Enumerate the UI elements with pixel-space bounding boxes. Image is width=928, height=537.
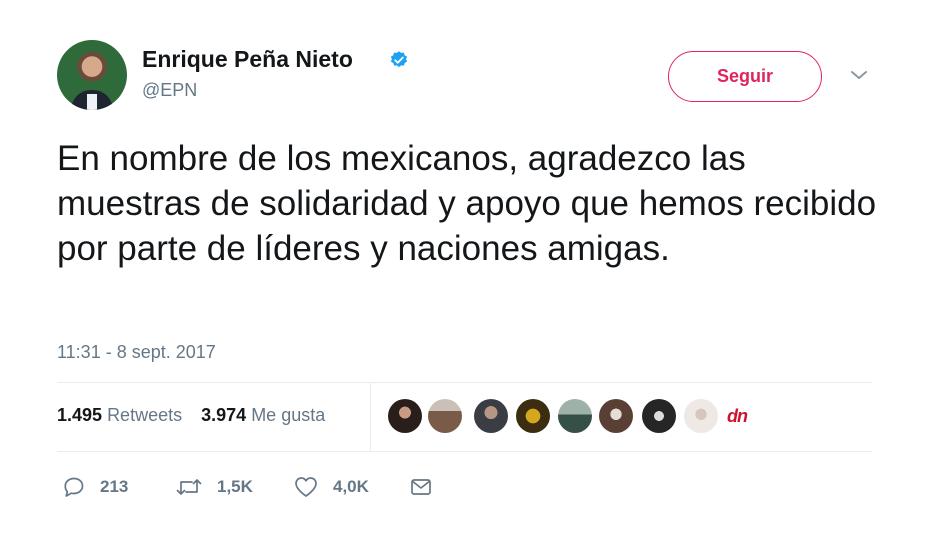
liker-avatar[interactable] — [684, 399, 718, 433]
avatar-shirt — [87, 94, 97, 110]
reply-action[interactable]: 213 — [62, 472, 128, 502]
retweet-icon — [176, 479, 202, 495]
message-action[interactable] — [409, 472, 447, 502]
retweets-label[interactable]: Retweets — [107, 405, 182, 425]
liker-avatar[interactable] — [599, 399, 633, 433]
reply-count: 213 — [100, 477, 129, 496]
tweet-timestamp[interactable]: 11:31 - 8 sept. 2017 — [57, 342, 216, 363]
divider-bottom — [57, 451, 872, 452]
verified-badge-icon — [390, 51, 408, 68]
liker-avatar[interactable] — [428, 399, 462, 433]
like-action[interactable]: 4,0K — [293, 472, 369, 502]
retweet-count: 1,5K — [217, 477, 253, 496]
tweet-stats: 1.495 Retweets 3.974 Me gusta — [57, 405, 339, 426]
tweet-card: Enrique Peña Nieto @EPN Seguir En nombre… — [0, 0, 928, 537]
liker-avatar[interactable] — [642, 399, 676, 433]
like-count: 4,0K — [333, 477, 369, 496]
liker-avatar[interactable] — [558, 399, 592, 433]
likes-label[interactable]: Me gusta — [251, 405, 325, 425]
chevron-down-icon[interactable] — [849, 68, 869, 82]
liker-avatar[interactable] — [474, 399, 508, 433]
liker-avatar[interactable] — [388, 399, 422, 433]
retweets-count[interactable]: 1.495 — [57, 405, 102, 425]
stats-divider — [370, 383, 371, 451]
heart-icon — [295, 477, 317, 497]
retweet-action[interactable]: 1,5K — [175, 472, 253, 502]
watermark-logo: dn — [727, 406, 748, 426]
envelope-icon — [411, 479, 431, 495]
author-handle[interactable]: @EPN — [142, 80, 197, 101]
tweet-text: En nombre de los mexicanos, agradezco la… — [57, 139, 877, 268]
follow-button[interactable]: Seguir — [668, 51, 822, 102]
liker-avatar[interactable] — [516, 399, 550, 433]
reply-icon — [64, 477, 84, 497]
author-name[interactable]: Enrique Peña Nieto — [142, 46, 353, 73]
author-avatar[interactable] — [57, 40, 127, 110]
divider-top — [57, 382, 872, 383]
likes-count[interactable]: 3.974 — [201, 405, 246, 425]
